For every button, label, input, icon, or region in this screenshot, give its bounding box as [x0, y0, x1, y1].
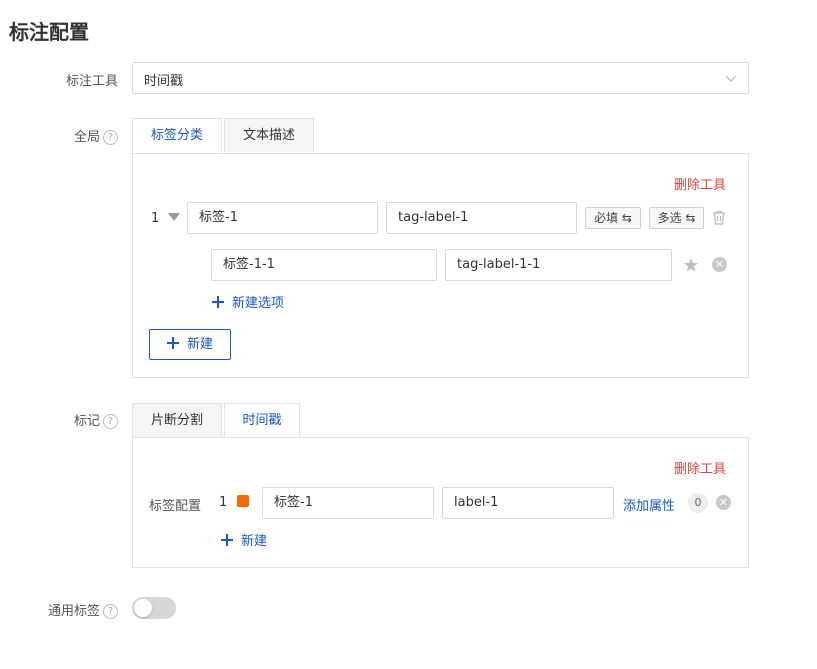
tab-tag-category[interactable]: 标签分类 [132, 118, 222, 154]
tag-config-label: 标签配置 [149, 499, 202, 514]
required-toggle[interactable]: 必填 ⇆ [585, 207, 641, 229]
tool-field-label: 标注工具 [65, 74, 118, 89]
mark-tag-key-input[interactable]: label-1 [442, 487, 614, 519]
delete-tool-button[interactable]: 删除工具 [674, 458, 726, 477]
tool-select-value: 时间戳 [144, 74, 184, 89]
tag-name-input[interactable]: 标签-1 [187, 202, 378, 234]
trash-icon[interactable] [712, 210, 726, 225]
common-label-text: 通用标签 [47, 604, 100, 619]
tag-color-swatch[interactable] [237, 495, 249, 507]
tab-text-description[interactable]: 文本描述 [224, 118, 314, 152]
row-index: 1 [151, 211, 160, 226]
help-icon[interactable]: ? [103, 604, 118, 619]
remove-tag-icon[interactable]: ✕ [716, 495, 731, 510]
mark-row-index: 1 [219, 495, 228, 510]
mark-tag-name-input[interactable]: 标签-1 [262, 487, 434, 519]
global-label: 全局? [40, 126, 118, 145]
multi-select-toggle[interactable]: 多选 ⇆ [649, 207, 704, 229]
plus-icon [221, 534, 233, 546]
add-attribute-button[interactable]: 添加属性 [623, 495, 675, 514]
plus-icon [166, 337, 179, 349]
tool-select[interactable]: 时间戳 [132, 62, 749, 94]
mark-new-label: 新建 [241, 534, 268, 549]
mark-label: 标记? [40, 410, 118, 429]
tab-segment[interactable]: 片断分割 [132, 403, 222, 437]
plus-icon [212, 296, 224, 308]
switch-knob [134, 599, 152, 617]
global-label-text: 全局 [73, 130, 100, 145]
chevron-down-icon [725, 75, 737, 82]
common-label: 通用标签? [20, 600, 118, 619]
common-tags-switch[interactable] [132, 597, 176, 619]
new-option-label: 新建选项 [232, 296, 285, 311]
caret-down-icon[interactable] [167, 212, 181, 222]
help-icon[interactable]: ? [103, 130, 118, 145]
option-key-input[interactable]: tag-label-1-1 [445, 249, 672, 281]
star-icon[interactable] [683, 257, 699, 273]
tab-timestamp[interactable]: 时间戳 [224, 403, 300, 439]
tag-key-input[interactable]: tag-label-1 [386, 202, 577, 234]
attribute-count-badge: 0 [688, 493, 708, 513]
remove-option-icon[interactable]: ✕ [712, 257, 727, 272]
help-icon[interactable]: ? [103, 414, 118, 429]
new-tag-label: 新建 [186, 337, 213, 352]
option-name-input[interactable]: 标签-1-1 [211, 249, 437, 281]
page-title: 标注配置 [9, 20, 89, 44]
delete-tool-button[interactable]: 删除工具 [674, 174, 726, 193]
mark-new-button[interactable]: 新建 [221, 530, 267, 549]
new-option-button[interactable]: 新建选项 [212, 292, 284, 311]
mark-label-text: 标记 [73, 414, 100, 429]
new-tag-button[interactable]: 新建 [149, 329, 231, 360]
